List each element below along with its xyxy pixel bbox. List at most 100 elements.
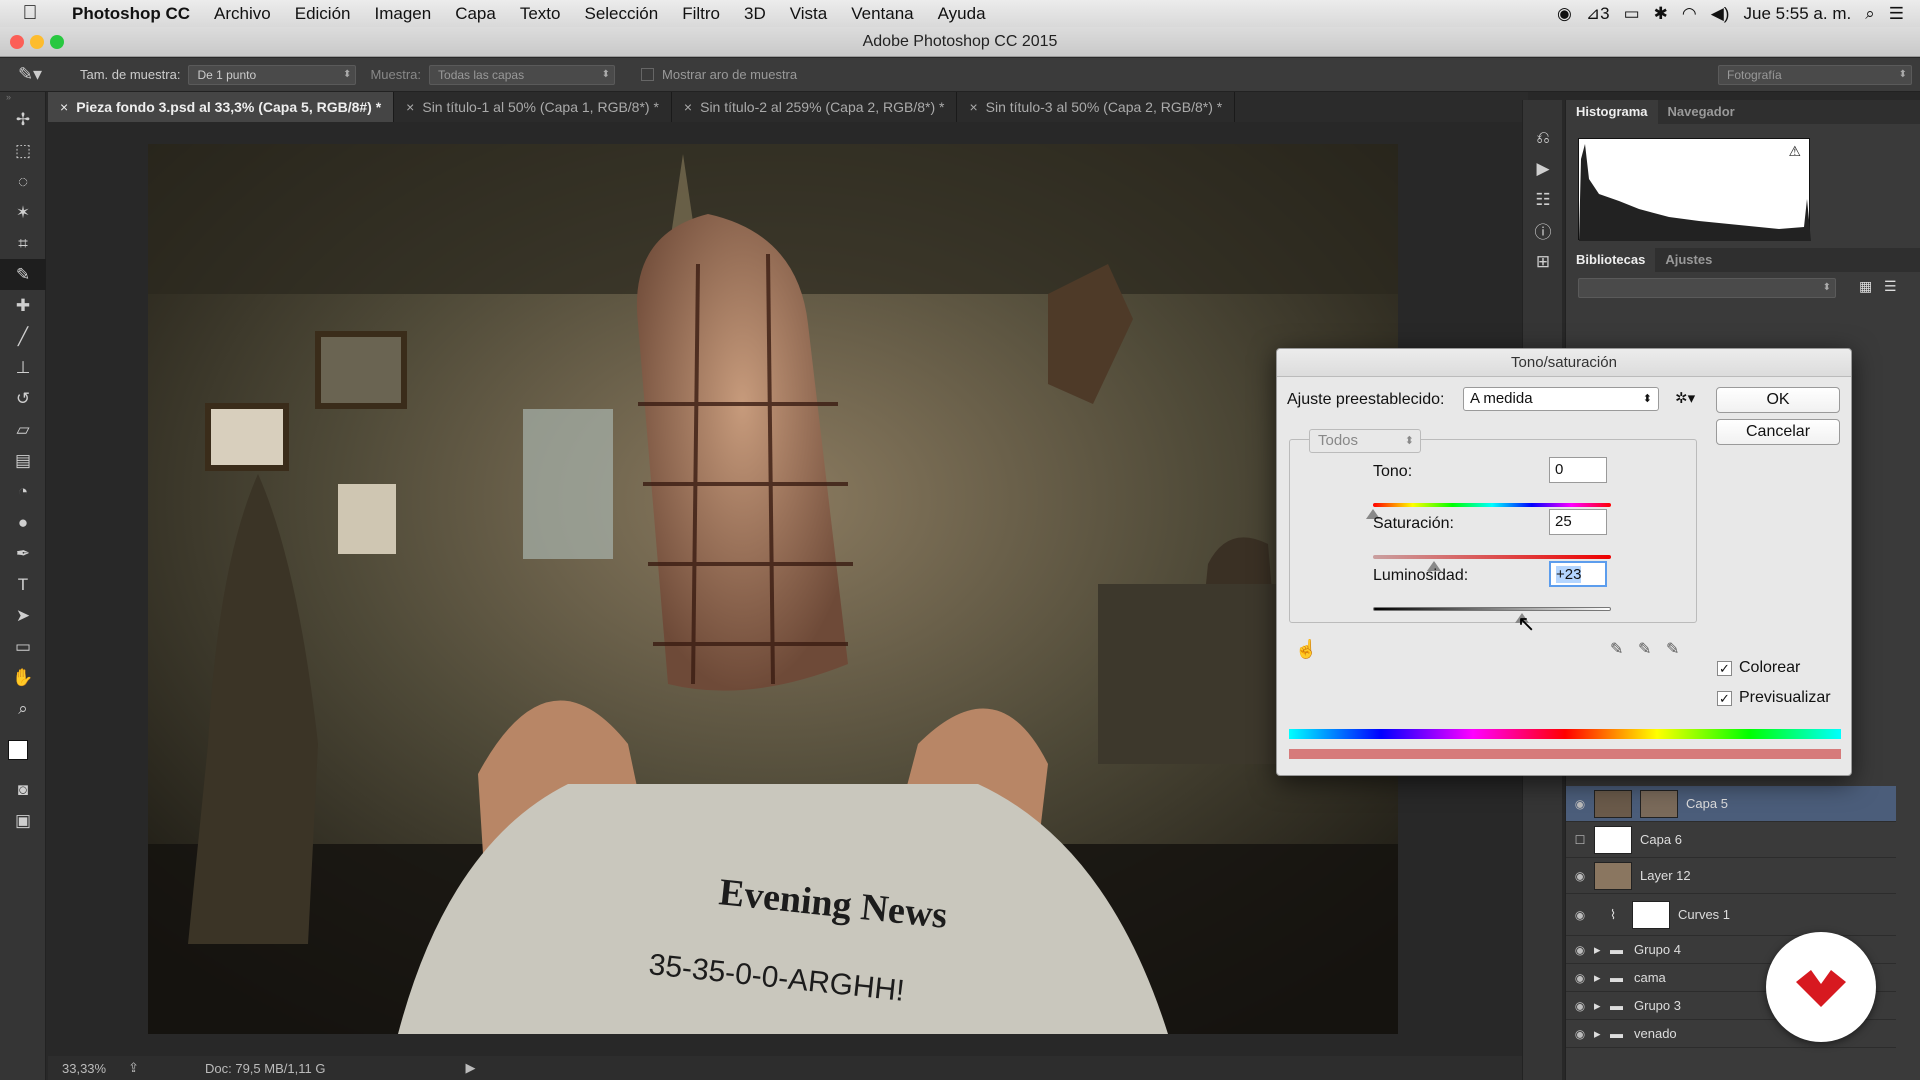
ok-button[interactable]: OK [1716, 387, 1840, 413]
tab-navigator[interactable]: Navegador [1658, 100, 1745, 124]
menu-vista[interactable]: Vista [778, 4, 840, 24]
eyedropper-icon[interactable]: ✎▾ [0, 64, 60, 85]
menu-ayuda[interactable]: Ayuda [926, 4, 998, 24]
clock[interactable]: Jue 5:55 a. m. [1743, 4, 1851, 24]
spotlight-icon[interactable]: ⌕ [1865, 4, 1875, 24]
shape-tool-icon[interactable]: ▭ [0, 631, 46, 662]
status-menu-icon[interactable]: ▶ [465, 1060, 475, 1076]
eyedropper-subtract-icon[interactable]: ✎ [1666, 639, 1679, 659]
menu-imagen[interactable]: Imagen [363, 4, 444, 24]
gradient-tool-icon[interactable]: ▤ [0, 445, 46, 476]
stamp-tool-icon[interactable]: ⊥ [0, 352, 46, 383]
menu-photoshop[interactable]: Photoshop CC [60, 4, 202, 24]
hue-slider[interactable] [1373, 503, 1611, 507]
menu-edicion[interactable]: Edición [283, 4, 363, 24]
close-tab-icon[interactable]: × [969, 99, 977, 115]
eyedropper-add-icon[interactable]: ✎ [1638, 639, 1651, 659]
menu-ventana[interactable]: Ventana [839, 4, 925, 24]
screen-mode-icon[interactable]: ▣ [0, 805, 46, 836]
workspace-select[interactable]: Fotografía [1718, 64, 1912, 85]
lasso-tool-icon[interactable]: ◌ [0, 166, 46, 197]
document-canvas[interactable]: Evening News 35-35-0-0-ARGHH! [148, 144, 1398, 1034]
zoom-window-button[interactable] [50, 35, 64, 49]
properties-icon[interactable]: ☷ [1523, 184, 1563, 215]
hue-input[interactable]: 0 [1549, 457, 1607, 483]
eye-icon[interactable]: ◉ [1566, 971, 1594, 985]
info-icon[interactable]: ⓘ [1523, 215, 1563, 246]
sample-select[interactable]: Todas las capas [429, 64, 616, 85]
menu-archivo[interactable]: Archivo [202, 4, 283, 24]
color-swatches[interactable] [0, 724, 45, 774]
eye-icon[interactable]: ◉ [1566, 999, 1594, 1013]
healing-tool-icon[interactable]: ✚ [0, 290, 46, 321]
doc-size[interactable]: Doc: 79,5 MB/1,11 G [205, 1061, 325, 1076]
close-tab-icon[interactable]: × [60, 99, 68, 115]
expand-icon[interactable]: ▸ [1594, 1026, 1610, 1042]
tab-sin-titulo-3[interactable]: × Sin título-3 al 50% (Capa 2, RGB/8*) * [957, 92, 1236, 122]
colorize-checkbox[interactable]: ✓ [1717, 661, 1732, 676]
tab-sin-titulo-2[interactable]: × Sin título-2 al 259% (Capa 2, RGB/8*) * [672, 92, 958, 122]
foreground-color[interactable] [8, 740, 28, 760]
layer-row[interactable]: ◉ ⌇ Curves 1 [1566, 894, 1896, 936]
saturation-input[interactable]: 25 [1549, 509, 1607, 535]
type-tool-icon[interactable]: T [0, 569, 46, 600]
layer-row[interactable]: ☐ Capa 6 [1566, 822, 1896, 858]
layer-row[interactable]: ◉ Layer 12 [1566, 858, 1896, 894]
tab-sin-titulo-1[interactable]: × Sin título-1 al 50% (Capa 1, RGB/8*) * [394, 92, 672, 122]
layer-row[interactable]: ◉ Capa 5 [1566, 786, 1896, 822]
eye-icon[interactable]: ◉ [1566, 1027, 1594, 1041]
close-tab-icon[interactable]: × [406, 99, 414, 115]
export-icon[interactable]: ⇪ [128, 1060, 139, 1076]
hand-tool-icon[interactable]: ✋ [0, 662, 46, 693]
eye-icon[interactable]: ◉ [1566, 797, 1594, 811]
menu-capa[interactable]: Capa [443, 4, 508, 24]
adobe-icon[interactable]: ⊿3 [1586, 4, 1610, 24]
grid-view-icon[interactable]: ▦ [1859, 278, 1872, 295]
preview-checkbox[interactable]: ✓ [1717, 691, 1732, 706]
brush-tool-icon[interactable]: ╱ [0, 321, 46, 352]
apple-icon[interactable]:  [0, 2, 60, 25]
dodge-tool-icon[interactable]: ● [0, 507, 46, 538]
targeted-adjustment-icon[interactable]: ☝ [1295, 639, 1317, 660]
history-icon[interactable]: ⎌ [1523, 122, 1563, 153]
eraser-tool-icon[interactable]: ▱ [0, 414, 46, 445]
lightness-slider[interactable] [1373, 607, 1611, 611]
sample-size-select[interactable]: De 1 punto [188, 64, 357, 85]
pen-tool-icon[interactable]: ✒ [0, 538, 46, 569]
channel-select[interactable]: Todos ⬍ [1309, 429, 1421, 453]
warning-icon[interactable]: ⚠ [1788, 143, 1801, 160]
zoom-tool-icon[interactable]: ⌕ [0, 693, 46, 724]
ring-checkbox[interactable] [641, 68, 655, 81]
expand-icon[interactable]: ▸ [1594, 970, 1610, 986]
menu-seleccion[interactable]: Selección [572, 4, 670, 24]
eye-icon[interactable]: ◉ [1566, 943, 1594, 957]
actions-icon[interactable]: ▶ [1523, 153, 1563, 184]
eyedropper-icon[interactable]: ✎ [1610, 639, 1623, 659]
eyedropper-tool-icon[interactable]: ✎ [0, 259, 46, 290]
record-icon[interactable]: ◉ [1557, 4, 1572, 24]
menu-texto[interactable]: Texto [508, 4, 573, 24]
volume-icon[interactable]: ◀) [1711, 4, 1730, 24]
bluetooth-icon[interactable]: ✱ [1654, 4, 1668, 24]
tab-libraries[interactable]: Bibliotecas [1566, 248, 1656, 272]
menu-3d[interactable]: 3D [732, 4, 778, 24]
path-selection-tool-icon[interactable]: ➤ [0, 600, 46, 631]
quick-mask-icon[interactable]: ◙ [0, 774, 46, 805]
library-select[interactable] [1578, 278, 1836, 298]
preset-select[interactable]: A medida ⬍ [1463, 387, 1659, 411]
tab-histogram[interactable]: Histograma [1566, 100, 1658, 124]
expand-icon[interactable]: ▸ [1594, 942, 1610, 958]
visibility-box[interactable]: ☐ [1566, 833, 1594, 847]
close-window-button[interactable] [10, 35, 24, 49]
zoom-level[interactable]: 33,33% [62, 1061, 106, 1076]
layer-comps-icon[interactable]: ⊞ [1523, 246, 1563, 277]
cancel-button[interactable]: Cancelar [1716, 419, 1840, 445]
blur-tool-icon[interactable]: ◔ [0, 476, 46, 507]
eye-icon[interactable]: ◉ [1566, 908, 1594, 922]
minimize-window-button[interactable] [30, 35, 44, 49]
list-view-icon[interactable]: ☰ [1884, 278, 1897, 295]
airplay-icon[interactable]: ▭ [1624, 4, 1640, 24]
wifi-icon[interactable]: ◠ [1682, 4, 1697, 24]
marquee-tool-icon[interactable]: ⬚ [0, 135, 46, 166]
magic-wand-tool-icon[interactable]: ✶ [0, 197, 46, 228]
